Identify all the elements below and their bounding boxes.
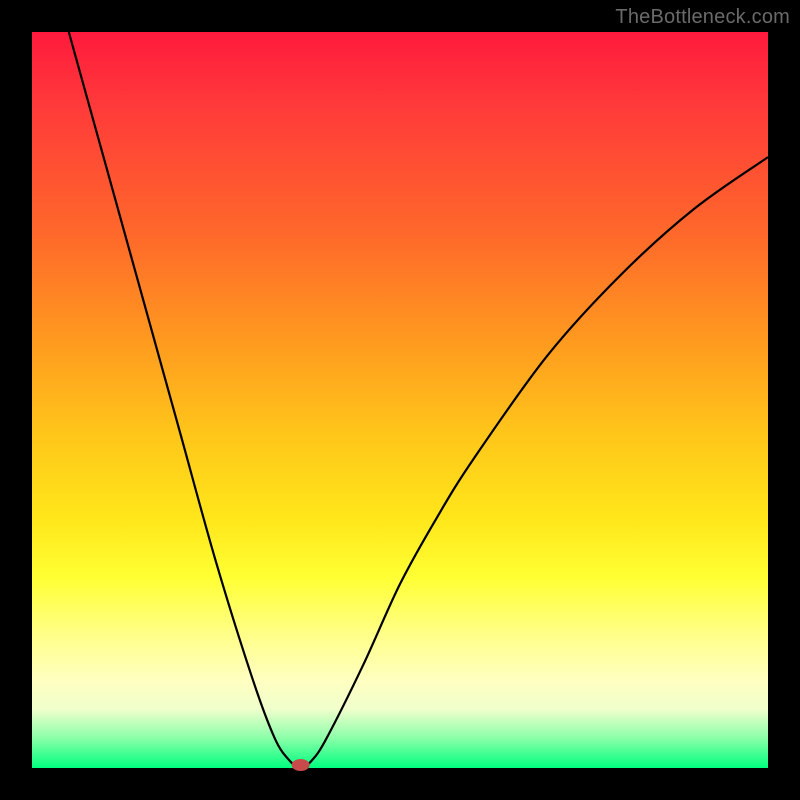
bottleneck-curve-svg [32, 32, 768, 768]
bottleneck-point-marker [292, 759, 310, 771]
plot-area [32, 32, 768, 768]
watermark-text: TheBottleneck.com [615, 6, 790, 29]
bottleneck-curve [69, 32, 768, 768]
chart-frame: TheBottleneck.com [0, 0, 800, 800]
